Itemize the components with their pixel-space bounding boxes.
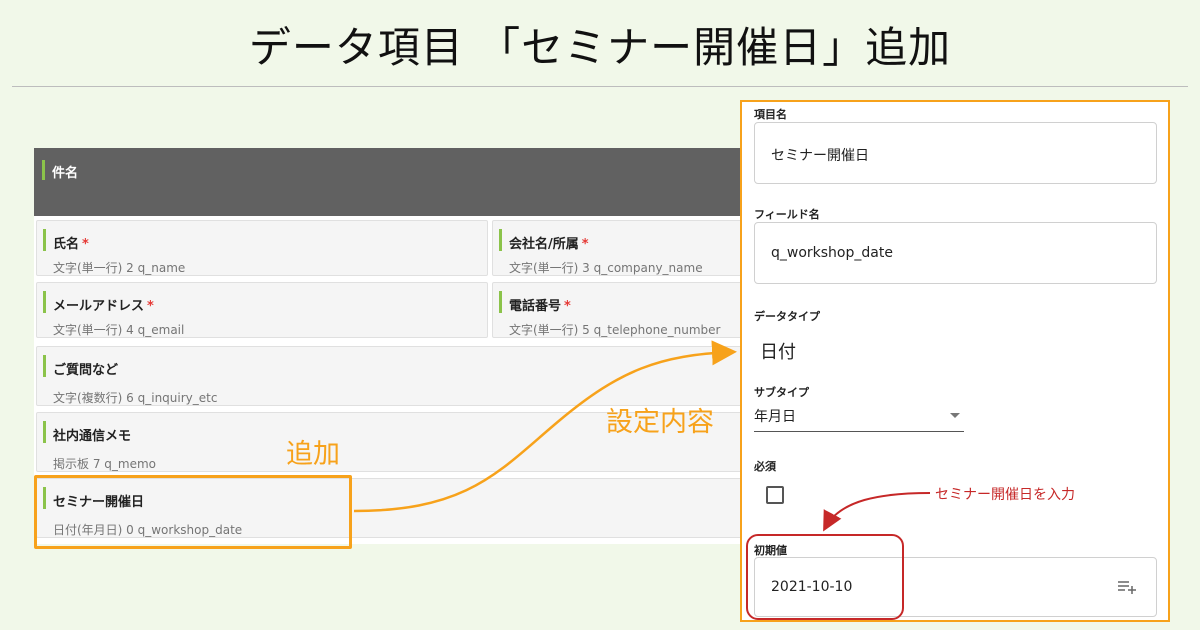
field-label: 電話番号 * — [509, 299, 571, 314]
enter-date-annotation: セミナー開催日を入力 — [935, 487, 1075, 503]
field-accent-bar — [43, 229, 46, 251]
initial-value-highlight — [746, 534, 904, 620]
form-field-name[interactable]: 氏名 * 文字(単一行) 2 q_name — [36, 220, 488, 276]
data-type-value: 日付 — [760, 342, 796, 363]
section-header[interactable]: 件名 — [34, 148, 794, 216]
field-meta: 文字(単一行) 3 q_company_name — [509, 261, 703, 275]
field-meta: 文字(複数行) 6 q_inquiry_etc — [53, 391, 218, 405]
required-star: * — [564, 299, 571, 314]
field-name-input[interactable]: q_workshop_date — [754, 222, 1157, 284]
field-label: 社内通信メモ — [53, 429, 132, 444]
required-star: * — [82, 237, 89, 252]
field-label: メールアドレス * — [53, 299, 154, 314]
field-accent-bar — [43, 291, 46, 313]
added-field-highlight — [34, 475, 352, 549]
field-label: 氏名 * — [53, 237, 89, 252]
field-name-value: q_workshop_date — [771, 245, 893, 261]
field-meta: 文字(単一行) 5 q_telephone_number — [509, 323, 721, 337]
required-star: * — [147, 299, 154, 314]
item-name-value: セミナー開催日 — [771, 148, 869, 164]
page-title: データ項目 「セミナー開催日」追加 — [248, 23, 952, 72]
subtype-label: サブタイプ — [754, 386, 809, 399]
field-accent-bar — [499, 291, 502, 313]
subtype-select[interactable]: 年月日 — [754, 402, 964, 432]
item-name-input[interactable]: セミナー開催日 — [754, 122, 1157, 184]
settings-callout: 設定内容 — [606, 407, 714, 438]
field-label: 会社名/所属 * — [509, 237, 589, 252]
field-meta: 掲示板 7 q_memo — [53, 457, 156, 471]
field-meta: 文字(単一行) 4 q_email — [53, 323, 185, 337]
field-label: ご質問など — [53, 363, 119, 378]
field-meta: 文字(単一行) 2 q_name — [53, 261, 186, 275]
list-add-icon[interactable] — [1116, 576, 1138, 598]
required-checkbox[interactable] — [766, 486, 784, 504]
required-label: 必須 — [754, 460, 776, 473]
field-name-label: フィールド名 — [754, 208, 820, 221]
chevron-down-icon — [950, 413, 960, 418]
required-star: * — [581, 237, 589, 252]
field-accent-bar — [43, 421, 46, 443]
added-callout: 追加 — [286, 439, 340, 470]
field-accent-bar — [43, 355, 46, 377]
form-field-inquiry[interactable]: ご質問など 文字(複数行) 6 q_inquiry_etc — [36, 346, 794, 406]
title-divider — [12, 86, 1188, 87]
data-type-label: データタイプ — [754, 310, 820, 323]
section-header-label: 件名 — [52, 166, 79, 181]
field-accent-bar — [499, 229, 502, 251]
section-accent-bar — [42, 160, 45, 180]
subtype-value: 年月日 — [754, 409, 796, 425]
form-field-email[interactable]: メールアドレス * 文字(単一行) 4 q_email — [36, 282, 488, 338]
item-name-label: 項目名 — [754, 108, 787, 121]
